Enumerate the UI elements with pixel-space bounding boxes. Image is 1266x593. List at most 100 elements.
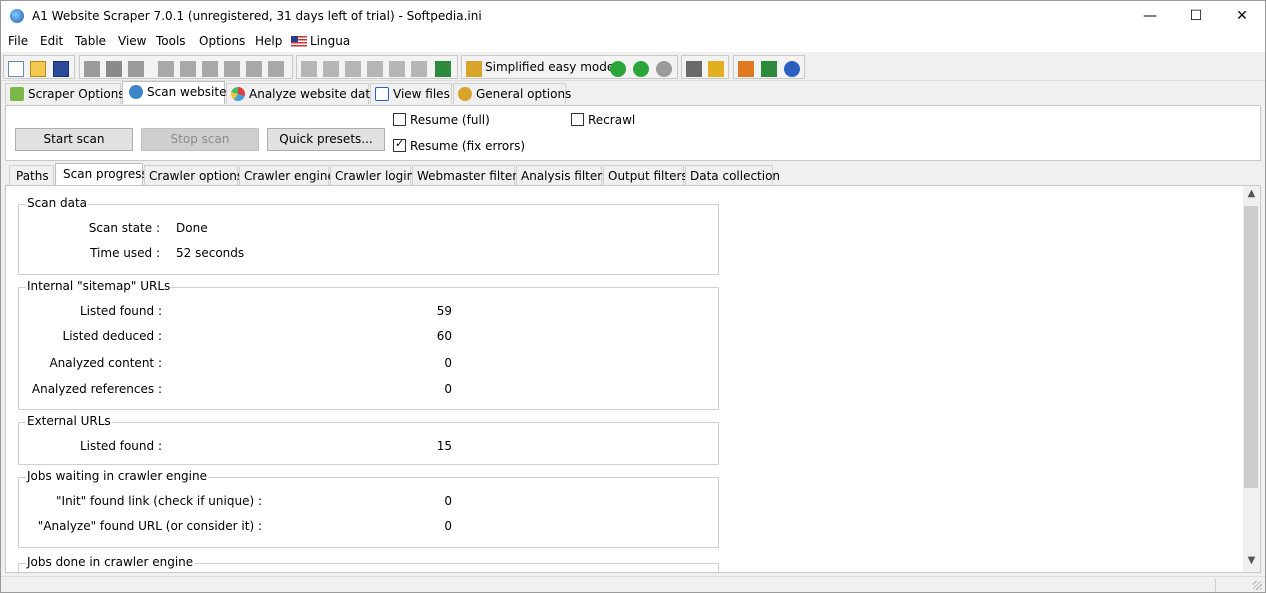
toolbar: Simplified easy mode [1, 53, 1265, 81]
forward-arrow-icon[interactable] [633, 61, 649, 77]
menu-view[interactable]: View [118, 34, 146, 48]
listed-found-label: Listed found : [79, 304, 162, 318]
listed-deduced-label: Listed deduced : [62, 329, 162, 343]
group-title: External URLs [26, 414, 112, 428]
save-icon[interactable] [53, 61, 69, 77]
subtab-output-filters[interactable]: Output filters [603, 165, 688, 186]
recrawl-checkbox[interactable]: Recrawl [571, 113, 635, 127]
status-bar [1, 576, 1265, 592]
clipboard-icon[interactable] [106, 61, 122, 77]
subtab-webmaster-filters[interactable]: Webmaster filters [412, 165, 523, 186]
find-icon[interactable] [246, 61, 262, 77]
stamp-icon[interactable] [128, 61, 144, 77]
subtab-analysis-filters[interactable]: Analysis filters [516, 165, 608, 186]
minimize-button[interactable]: — [1127, 1, 1173, 31]
subtab-data-collection[interactable]: Data collection [685, 165, 780, 186]
status-segment [1215, 579, 1216, 592]
open-folder-icon[interactable] [30, 61, 46, 77]
tree-move-icon[interactable] [367, 61, 383, 77]
paste-icon[interactable] [202, 61, 218, 77]
simplified-mode-label[interactable]: Simplified easy mode [485, 60, 614, 74]
tab-scan-website[interactable]: Scan website [122, 81, 227, 104]
puzzle-icon [10, 87, 24, 101]
title-bar: A1 Website Scraper 7.0.1 (unregistered, … [1, 1, 1265, 31]
toolbar-mode-group: Simplified easy mode [461, 55, 678, 79]
menu-lingua[interactable]: Lingua [310, 34, 350, 48]
tree-collapse-icon[interactable] [301, 61, 317, 77]
checkbox-box[interactable] [393, 137, 406, 152]
subtab-paths[interactable]: Paths [9, 165, 54, 186]
group-title: Jobs done in crawler engine [26, 555, 195, 569]
checkbox-label: Recrawl [588, 113, 636, 127]
subtab-crawler-options[interactable]: Crawler options [144, 165, 243, 186]
app-window: A1 Website Scraper 7.0.1 (unregistered, … [0, 0, 1266, 593]
resume-fix-errors-checkbox[interactable]: Resume (fix errors) [393, 137, 526, 153]
scan-control-panel: Start scan Stop scan Quick presets... Re… [5, 105, 1261, 161]
toolbar-tree-group [296, 55, 458, 79]
subtab-scan-progress[interactable]: Scan progress [55, 163, 148, 186]
menu-bar: File Edit Table View Tools Options Help … [1, 31, 1265, 52]
copy-icon[interactable] [180, 61, 196, 77]
resume-full-checkbox[interactable]: Resume (full) [393, 113, 490, 127]
start-scan-button[interactable]: Start scan [15, 128, 133, 151]
replace-icon[interactable] [268, 61, 284, 77]
export-icon[interactable] [435, 61, 451, 77]
home-icon[interactable] [738, 61, 754, 77]
close-button[interactable]: ✕ [1219, 1, 1265, 31]
tree-expand-icon[interactable] [323, 61, 339, 77]
toolbar-file-group [3, 55, 75, 79]
quick-presets-button[interactable]: Quick presets... [267, 128, 385, 151]
menu-help[interactable]: Help [255, 34, 282, 48]
tree-filter-icon[interactable] [389, 61, 405, 77]
tab-scraper-options[interactable]: Scraper Options [5, 83, 125, 104]
maximize-button[interactable]: ☐ [1173, 1, 1219, 31]
tree-select-icon[interactable] [345, 61, 361, 77]
scan-data-group: Scan data Scan state : Done Time used : … [18, 196, 719, 275]
new-file-icon[interactable] [8, 61, 24, 77]
analyze-found-url-label: "Analyze" found URL (or consider it) : [37, 519, 262, 533]
help-icon[interactable] [784, 61, 800, 77]
scroll-up-arrow-icon[interactable]: ▲ [1243, 188, 1260, 199]
listed-deduced-value: 60 [436, 329, 452, 343]
cart-icon[interactable] [686, 61, 702, 77]
pie-chart-icon [231, 87, 245, 101]
key-icon[interactable] [708, 61, 724, 77]
sub-tab-row: Paths Scan progress Crawler options Craw… [5, 163, 1261, 187]
internal-urls-group: Internal "sitemap" URLs Listed found : 5… [18, 279, 719, 410]
back-arrow-icon[interactable] [610, 61, 626, 77]
external-listed-found-label: Listed found : [79, 439, 162, 453]
share-icon[interactable] [761, 61, 777, 77]
checkbox-box[interactable] [571, 113, 584, 126]
tab-analyze-website-data[interactable]: Analyze website data [226, 83, 377, 104]
undo-icon[interactable] [224, 61, 240, 77]
scroll-down-arrow-icon[interactable]: ▼ [1243, 555, 1260, 566]
scroll-thumb[interactable] [1244, 206, 1258, 488]
tab-label: Scan website [147, 85, 227, 99]
subtab-crawler-engine[interactable]: Crawler engine [239, 165, 335, 186]
resize-grip-icon[interactable] [1253, 581, 1262, 590]
simplified-mode-icon[interactable] [466, 61, 482, 77]
cut-icon[interactable] [158, 61, 174, 77]
copy-urls-icon[interactable] [84, 61, 100, 77]
tab-label: Analyze website data [249, 87, 378, 101]
menu-edit[interactable]: Edit [40, 34, 63, 48]
tab-general-options[interactable]: General options [453, 83, 571, 104]
checkbox-box[interactable] [393, 113, 406, 126]
main-tab-row: Scraper Options Scan website Analyze web… [5, 81, 1261, 105]
subtab-crawler-login[interactable]: Crawler login [330, 165, 414, 186]
checkbox-label: Resume (fix errors) [410, 139, 526, 153]
analyzed-references-label: Analyzed references : [31, 382, 162, 396]
window-title: A1 Website Scraper 7.0.1 (unregistered, … [32, 9, 482, 23]
tab-view-files[interactable]: View files [370, 83, 452, 104]
vertical-scrollbar[interactable]: ▲ ▼ [1243, 186, 1260, 572]
menu-tools[interactable]: Tools [156, 34, 186, 48]
analyzed-content-label: Analyzed content : [49, 356, 162, 370]
magnifier-icon [129, 85, 143, 99]
menu-file[interactable]: File [8, 34, 28, 48]
stop-scan-button[interactable]: Stop scan [141, 128, 259, 151]
toolbar-shop-group [681, 55, 729, 79]
refresh-icon[interactable] [656, 61, 672, 77]
menu-table[interactable]: Table [75, 34, 106, 48]
tree-sort-icon[interactable] [411, 61, 427, 77]
menu-options[interactable]: Options [199, 34, 245, 48]
